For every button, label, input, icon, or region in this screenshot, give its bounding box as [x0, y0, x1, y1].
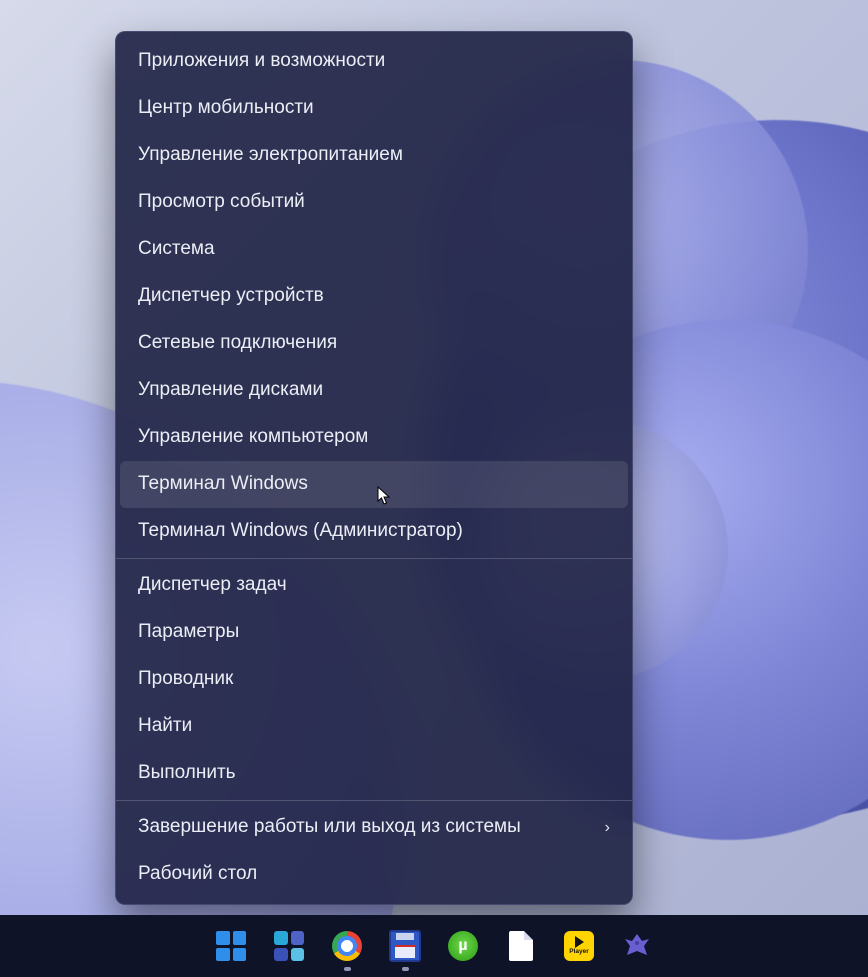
- notepad-app[interactable]: [504, 929, 538, 963]
- winx-item-label: Управление компьютером: [138, 426, 368, 449]
- winx-item-label: Диспетчер устройств: [138, 285, 324, 308]
- running-indicator: [402, 967, 409, 971]
- winx-item-file-explorer[interactable]: Проводник: [116, 656, 632, 703]
- winx-item-label: Управление дисками: [138, 379, 323, 402]
- bird-app[interactable]: [620, 929, 654, 963]
- chrome-app[interactable]: [330, 929, 364, 963]
- winx-item-run[interactable]: Выполнить: [116, 750, 632, 797]
- utorrent-icon: µ: [448, 931, 478, 961]
- winx-item-label: Выполнить: [138, 762, 236, 785]
- menu-separator: [116, 800, 632, 801]
- chevron-right-icon: ›: [605, 818, 610, 837]
- potplayer-icon: Player: [564, 931, 594, 961]
- running-indicator: [344, 967, 351, 971]
- utorrent-app[interactable]: µ: [446, 929, 480, 963]
- winx-item-label: Просмотр событий: [138, 191, 305, 214]
- winx-item-label: Найти: [138, 715, 192, 738]
- winx-item-label: Диспетчер задач: [138, 574, 287, 597]
- winx-context-menu[interactable]: Приложения и возможности Центр мобильност…: [115, 31, 633, 905]
- potplayer-app[interactable]: Player: [562, 929, 596, 963]
- winx-item-label: Терминал Windows: [138, 473, 308, 496]
- winx-item-network-connections[interactable]: Сетевые подключения: [116, 320, 632, 367]
- winx-item-shutdown-signout[interactable]: Завершение работы или выход из системы ›: [116, 804, 632, 851]
- bird-icon: [620, 929, 654, 963]
- taskbar[interactable]: µ Player: [0, 915, 868, 977]
- windows-logo-icon: [216, 931, 246, 961]
- winx-item-windows-terminal[interactable]: Терминал Windows: [120, 461, 628, 508]
- start-button[interactable]: [214, 929, 248, 963]
- winx-item-device-manager[interactable]: Диспетчер устройств: [116, 273, 632, 320]
- winx-item-windows-terminal-admin[interactable]: Терминал Windows (Администратор): [116, 508, 632, 555]
- widgets-icon: [274, 931, 304, 961]
- winx-item-desktop[interactable]: Рабочий стол: [116, 851, 632, 898]
- document-icon: [509, 931, 533, 961]
- winx-item-task-manager[interactable]: Диспетчер задач: [116, 562, 632, 609]
- winx-item-label: Сетевые подключения: [138, 332, 337, 355]
- winx-item-label: Приложения и возможности: [138, 50, 385, 73]
- potplayer-label: Player: [569, 949, 589, 956]
- winx-item-label: Управление электропитанием: [138, 144, 403, 167]
- chrome-icon: [332, 931, 362, 961]
- winx-item-label: Проводник: [138, 668, 233, 691]
- winx-item-label: Параметры: [138, 621, 239, 644]
- floppy-disk-icon: [389, 930, 421, 962]
- winx-item-label: Рабочий стол: [138, 863, 257, 886]
- winx-item-event-viewer[interactable]: Просмотр событий: [116, 179, 632, 226]
- winx-item-search[interactable]: Найти: [116, 703, 632, 750]
- widgets-button[interactable]: [272, 929, 306, 963]
- winx-item-label: Центр мобильности: [138, 97, 314, 120]
- total-commander-app[interactable]: [388, 929, 422, 963]
- winx-item-label: Система: [138, 238, 215, 261]
- winx-item-disk-management[interactable]: Управление дисками: [116, 367, 632, 414]
- winx-item-label: Завершение работы или выход из системы: [138, 816, 521, 839]
- winx-item-mobility-center[interactable]: Центр мобильности: [116, 85, 632, 132]
- winx-item-settings[interactable]: Параметры: [116, 609, 632, 656]
- winx-item-system[interactable]: Система: [116, 226, 632, 273]
- winx-item-computer-management[interactable]: Управление компьютером: [116, 414, 632, 461]
- winx-item-power-options[interactable]: Управление электропитанием: [116, 132, 632, 179]
- winx-item-apps-features[interactable]: Приложения и возможности: [116, 38, 632, 85]
- menu-separator: [116, 558, 632, 559]
- winx-item-label: Терминал Windows (Администратор): [138, 520, 463, 543]
